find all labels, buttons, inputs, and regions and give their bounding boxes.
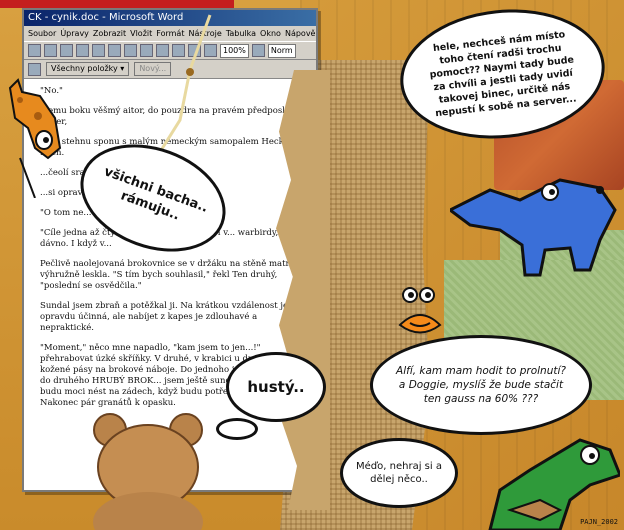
autotext-dropdown[interactable]: Všechny položky ▾ bbox=[46, 62, 130, 76]
bear-character bbox=[93, 413, 203, 530]
blue-critter bbox=[450, 178, 617, 277]
menu-item[interactable]: Soubor bbox=[28, 26, 56, 41]
cut-icon[interactable] bbox=[124, 44, 137, 57]
open-icon[interactable] bbox=[44, 44, 57, 57]
artist-signature: PAJN_2002 bbox=[580, 518, 618, 526]
style-select[interactable]: Norm bbox=[267, 43, 296, 58]
print-icon[interactable] bbox=[76, 44, 89, 57]
new-document-icon[interactable] bbox=[28, 44, 41, 57]
speech-bubble-dino: Méďo, nehraj si a dělej něco.. bbox=[340, 438, 458, 508]
menu-item[interactable]: Zobrazit bbox=[93, 26, 126, 41]
preview-icon[interactable] bbox=[92, 44, 105, 57]
menu-item[interactable]: Okno bbox=[260, 26, 281, 41]
dino-character bbox=[488, 438, 620, 530]
document-paragraph: Sundal jsem zbraň a potěžkal ji. Na krát… bbox=[40, 301, 288, 333]
document-paragraph: Pečlivě naolejovaná brokovnice se v držá… bbox=[40, 259, 304, 291]
pin-string bbox=[153, 14, 212, 160]
spellcheck-icon[interactable] bbox=[108, 44, 121, 57]
speech-bubble-snail: Alfí, kam mam hodit to prolnutí? a Doggi… bbox=[370, 335, 592, 435]
menu-item[interactable]: Vložit bbox=[130, 26, 152, 41]
speech-bubble-bear: hustý.. bbox=[226, 352, 326, 422]
autotext-icon[interactable] bbox=[28, 62, 41, 76]
snail-character bbox=[398, 287, 442, 334]
menu-item[interactable]: Úpravy bbox=[60, 26, 89, 41]
thought-bubble-small bbox=[216, 418, 258, 440]
red-frame bbox=[0, 0, 232, 8]
save-icon[interactable] bbox=[60, 44, 73, 57]
giraffe-character bbox=[8, 78, 62, 198]
menu-item[interactable]: Nápověda bbox=[285, 26, 316, 41]
help-icon[interactable] bbox=[251, 44, 265, 57]
